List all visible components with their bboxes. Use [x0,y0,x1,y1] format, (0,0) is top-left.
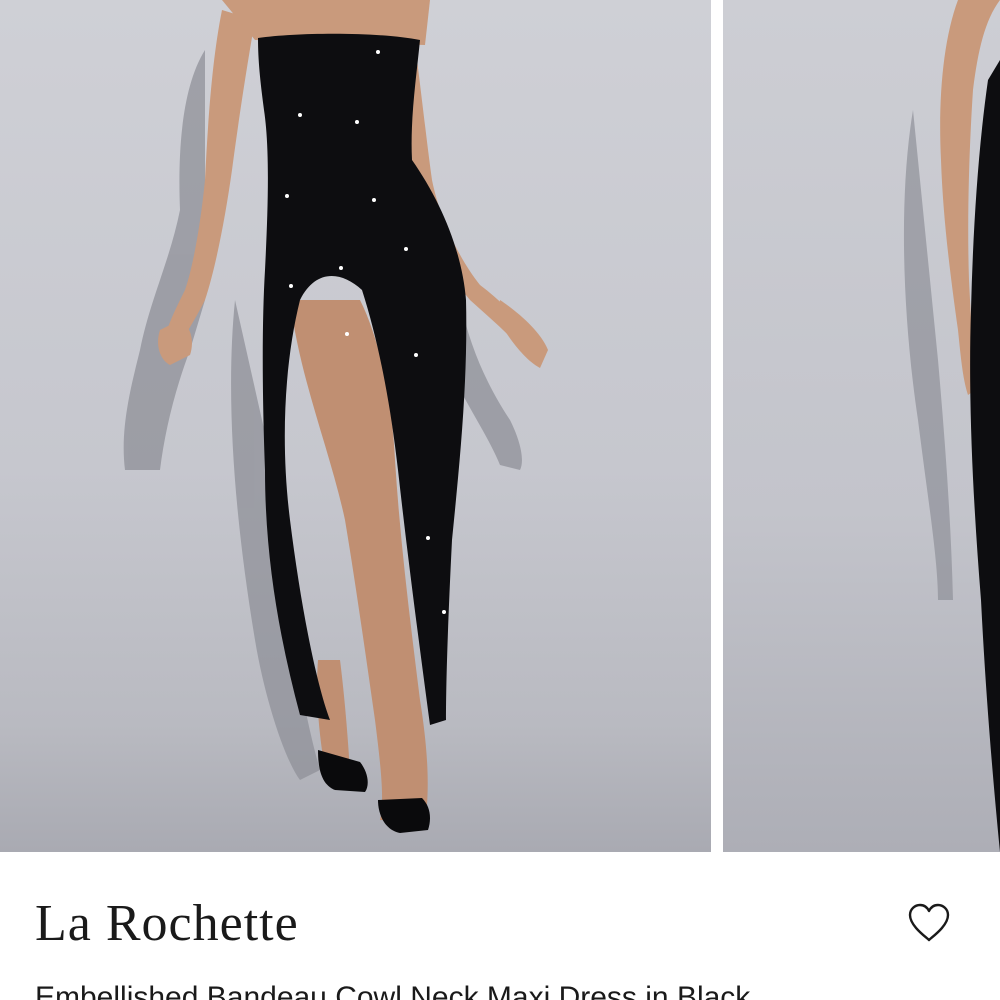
product-image-front[interactable] [0,0,711,852]
product-title: Embellished Bandeau Cowl Neck Maxi Dress… [35,981,751,1000]
heart-outline-icon [908,903,950,942]
product-info: La Rochette Embellished Bandeau Cowl Nec… [0,852,1000,1000]
product-image-back[interactable] [723,0,1000,852]
wishlist-button[interactable] [906,902,952,944]
product-image-gallery[interactable] [0,0,1000,852]
brand-name[interactable]: La Rochette [35,894,299,954]
